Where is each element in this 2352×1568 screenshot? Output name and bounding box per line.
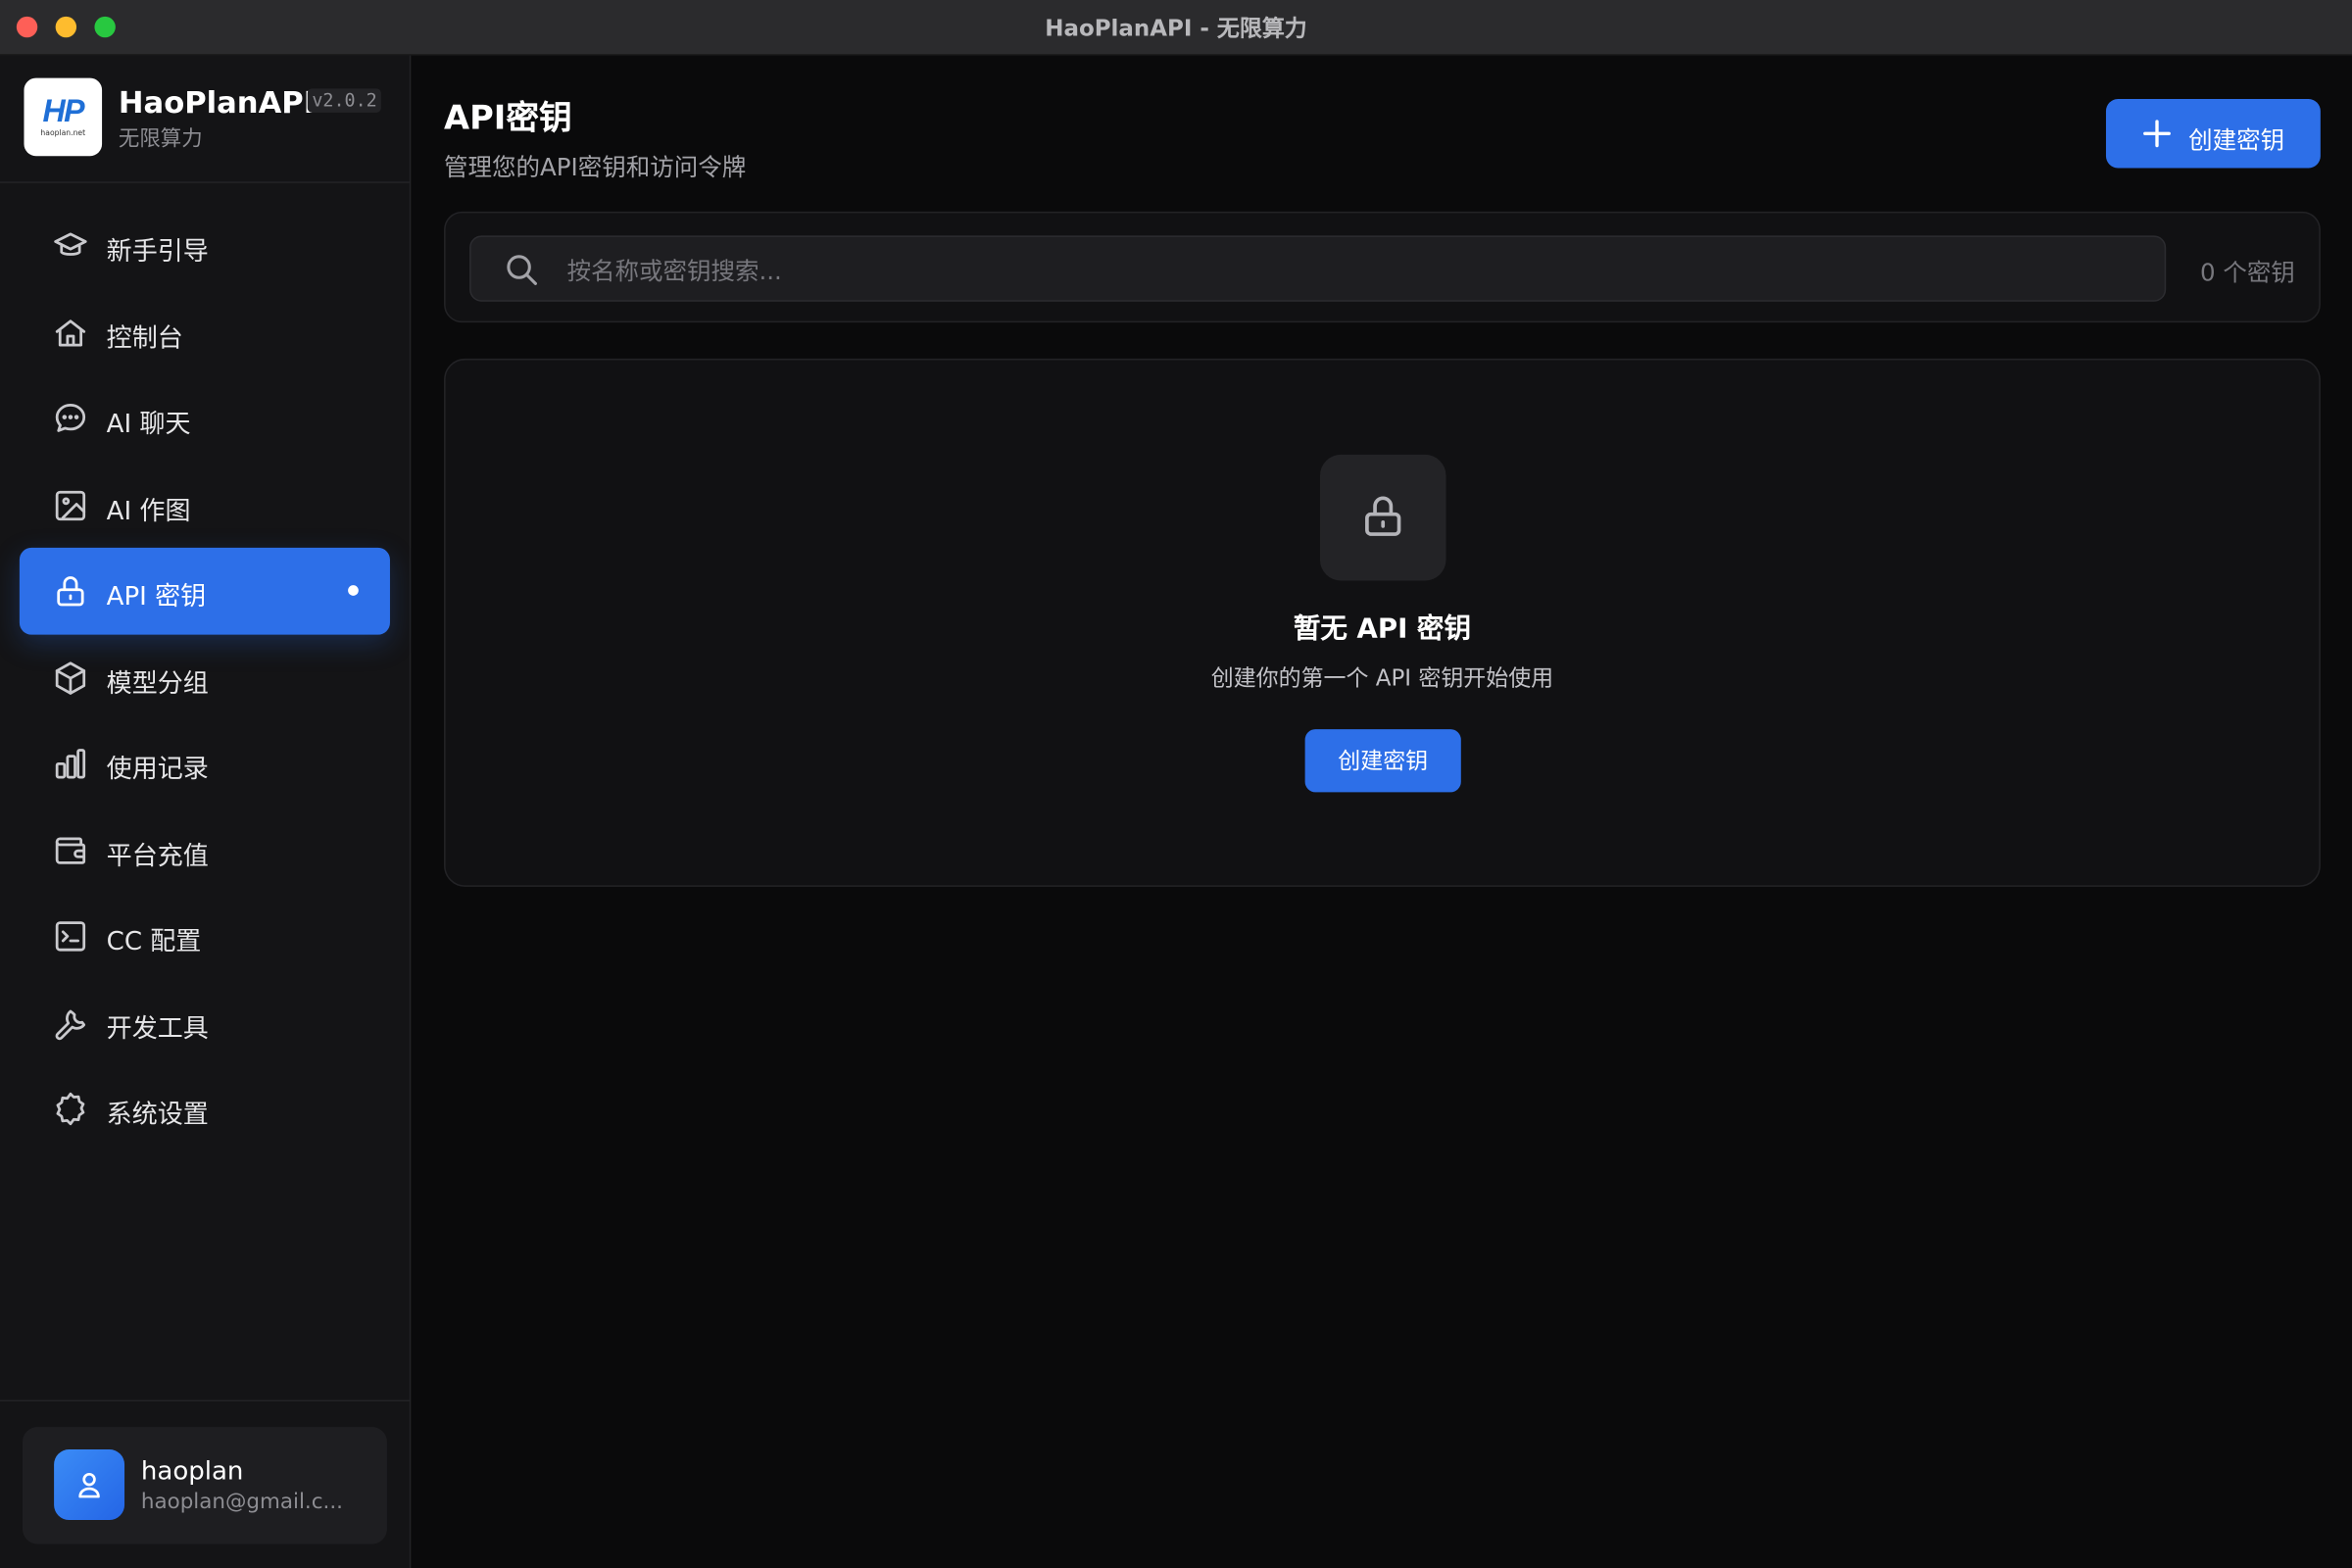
cube-icon bbox=[53, 660, 89, 696]
home-icon bbox=[53, 315, 89, 351]
sidebar-item-label: CC 配置 bbox=[106, 927, 202, 957]
search-icon bbox=[507, 255, 537, 285]
sidebar-item-usage-records[interactable]: 使用记录 bbox=[20, 720, 390, 807]
sidebar-item-label: 模型分组 bbox=[106, 668, 209, 699]
title-bar: HaoPlanAPI - 无限算力 bbox=[0, 0, 2352, 56]
sidebar-item-settings[interactable]: 系统设置 bbox=[20, 1065, 390, 1152]
user-profile-card[interactable]: haoplan haoplan@gmail.c... bbox=[22, 1427, 387, 1544]
avatar bbox=[54, 1449, 125, 1521]
chat-bubble-icon bbox=[53, 401, 89, 437]
empty-state-create-button[interactable]: 创建密钥 bbox=[1304, 729, 1461, 793]
sidebar-item-ai-chat[interactable]: AI 聊天 bbox=[20, 375, 390, 462]
wallet-icon bbox=[53, 832, 89, 868]
sidebar-item-dev-tools[interactable]: 开发工具 bbox=[20, 979, 390, 1065]
brand-logo: HP haoplan.net bbox=[24, 77, 103, 157]
sidebar-item-label: 控制台 bbox=[106, 322, 183, 354]
sidebar-item-api-keys[interactable]: API 密钥 bbox=[19, 547, 390, 634]
logo-letters: HP bbox=[42, 94, 84, 129]
lock-icon bbox=[1365, 496, 1401, 536]
key-count: 0 个密钥 bbox=[2199, 258, 2295, 287]
sidebar-item-ai-image[interactable]: AI 作图 bbox=[20, 462, 390, 548]
sidebar-item-recharge[interactable]: 平台充值 bbox=[20, 807, 390, 893]
sidebar-item-label: 系统设置 bbox=[106, 1100, 209, 1130]
active-indicator-dot bbox=[348, 585, 359, 596]
main-content: API密钥 管理您的API密钥和访问令牌 创建密钥 0 个密钥 暂无 API 密… bbox=[411, 55, 2352, 1568]
version-badge: v2.0.2 bbox=[307, 88, 382, 113]
sidebar-nav: 新手引导 控制台 AI 聊天 AI 作图 API 密钥 模型分组 使用记录 平台… bbox=[19, 203, 390, 1152]
sidebar-item-label: AI 作图 bbox=[106, 496, 191, 526]
sidebar-item-label: 平台充值 bbox=[106, 841, 209, 871]
empty-state-title: 暂无 API 密钥 bbox=[1293, 613, 1472, 646]
sidebar-item-label: API 密钥 bbox=[106, 582, 207, 612]
bar-chart-icon bbox=[53, 746, 89, 782]
page-subtitle: 管理您的API密钥和访问令牌 bbox=[444, 153, 747, 182]
sidebar-item-model-groups[interactable]: 模型分组 bbox=[20, 634, 390, 720]
graduation-cap-icon bbox=[53, 228, 89, 265]
sidebar-item-onboarding[interactable]: 新手引导 bbox=[20, 203, 390, 289]
gear-icon bbox=[53, 1091, 89, 1127]
window-title: HaoPlanAPI - 无限算力 bbox=[1045, 15, 1307, 42]
sidebar-item-label: 开发工具 bbox=[106, 1013, 209, 1044]
user-area: haoplan haoplan@gmail.c... bbox=[0, 1399, 410, 1568]
sidebar-item-label: AI 聊天 bbox=[106, 409, 191, 440]
terminal-icon bbox=[53, 918, 89, 955]
page-title: API密钥 bbox=[444, 100, 572, 138]
empty-state-icon-tile bbox=[1319, 454, 1446, 581]
sidebar-item-label: 使用记录 bbox=[106, 755, 209, 785]
sidebar: HP haoplan.net HaoPlanAPI v2.0.2 无限算力 新手… bbox=[0, 55, 412, 1568]
sidebar-item-cc-config[interactable]: CC 配置 bbox=[20, 893, 390, 979]
user-email: haoplan@gmail.c... bbox=[140, 1490, 343, 1514]
app-window: HaoPlanAPI - 无限算力 HP haoplan.net HaoPlan… bbox=[0, 0, 2352, 1568]
brand-name: HaoPlanAPI bbox=[118, 83, 316, 121]
user-icon bbox=[78, 1472, 100, 1498]
lock-icon bbox=[53, 573, 89, 610]
create-key-button[interactable]: 创建密钥 bbox=[2105, 99, 2321, 169]
search-box[interactable] bbox=[469, 235, 2167, 304]
brand-tagline: 无限算力 bbox=[118, 127, 203, 152]
wrench-icon bbox=[53, 1004, 89, 1041]
brand-header: HP haoplan.net HaoPlanAPI v2.0.2 无限算力 bbox=[0, 56, 410, 183]
user-name: haoplan bbox=[140, 1456, 244, 1488]
empty-state-description: 创建你的第一个 API 密钥开始使用 bbox=[1210, 664, 1554, 692]
sidebar-item-console[interactable]: 控制台 bbox=[20, 289, 390, 375]
plus-icon bbox=[2143, 120, 2171, 148]
sidebar-item-label: 新手引导 bbox=[106, 236, 209, 268]
create-key-button-label: 创建密钥 bbox=[2188, 125, 2285, 155]
search-panel: 0 个密钥 bbox=[444, 211, 2321, 323]
search-input[interactable] bbox=[564, 236, 2145, 304]
empty-state-card: 暂无 API 密钥 创建你的第一个 API 密钥开始使用 创建密钥 bbox=[444, 358, 2321, 887]
image-icon bbox=[53, 487, 89, 523]
logo-subtext: haoplan.net bbox=[40, 128, 86, 138]
